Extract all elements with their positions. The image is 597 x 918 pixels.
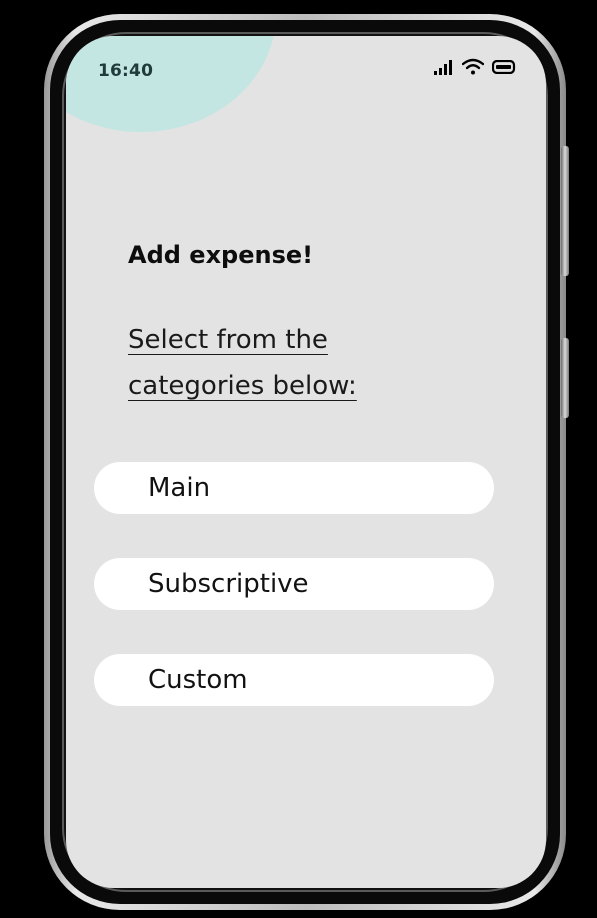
stage: 16:40 Add expense! Select from the categ… [0, 0, 597, 918]
status-time: 16:40 [98, 61, 154, 81]
volume-button [561, 146, 569, 276]
wifi-icon [462, 58, 484, 75]
accent-blob [66, 36, 276, 132]
signal-icon [434, 59, 454, 75]
status-icons [434, 58, 516, 75]
category-main-button[interactable]: Main [94, 462, 494, 514]
category-instruction: Select from the categories below: [128, 325, 357, 401]
power-button [561, 338, 569, 418]
category-subscriptive-button[interactable]: Subscriptive [94, 558, 494, 610]
page-title: Add expense! [128, 241, 314, 269]
phone-screen: 16:40 Add expense! Select from the categ… [66, 36, 546, 888]
battery-icon [492, 59, 516, 74]
category-custom-button[interactable]: Custom [94, 654, 494, 706]
